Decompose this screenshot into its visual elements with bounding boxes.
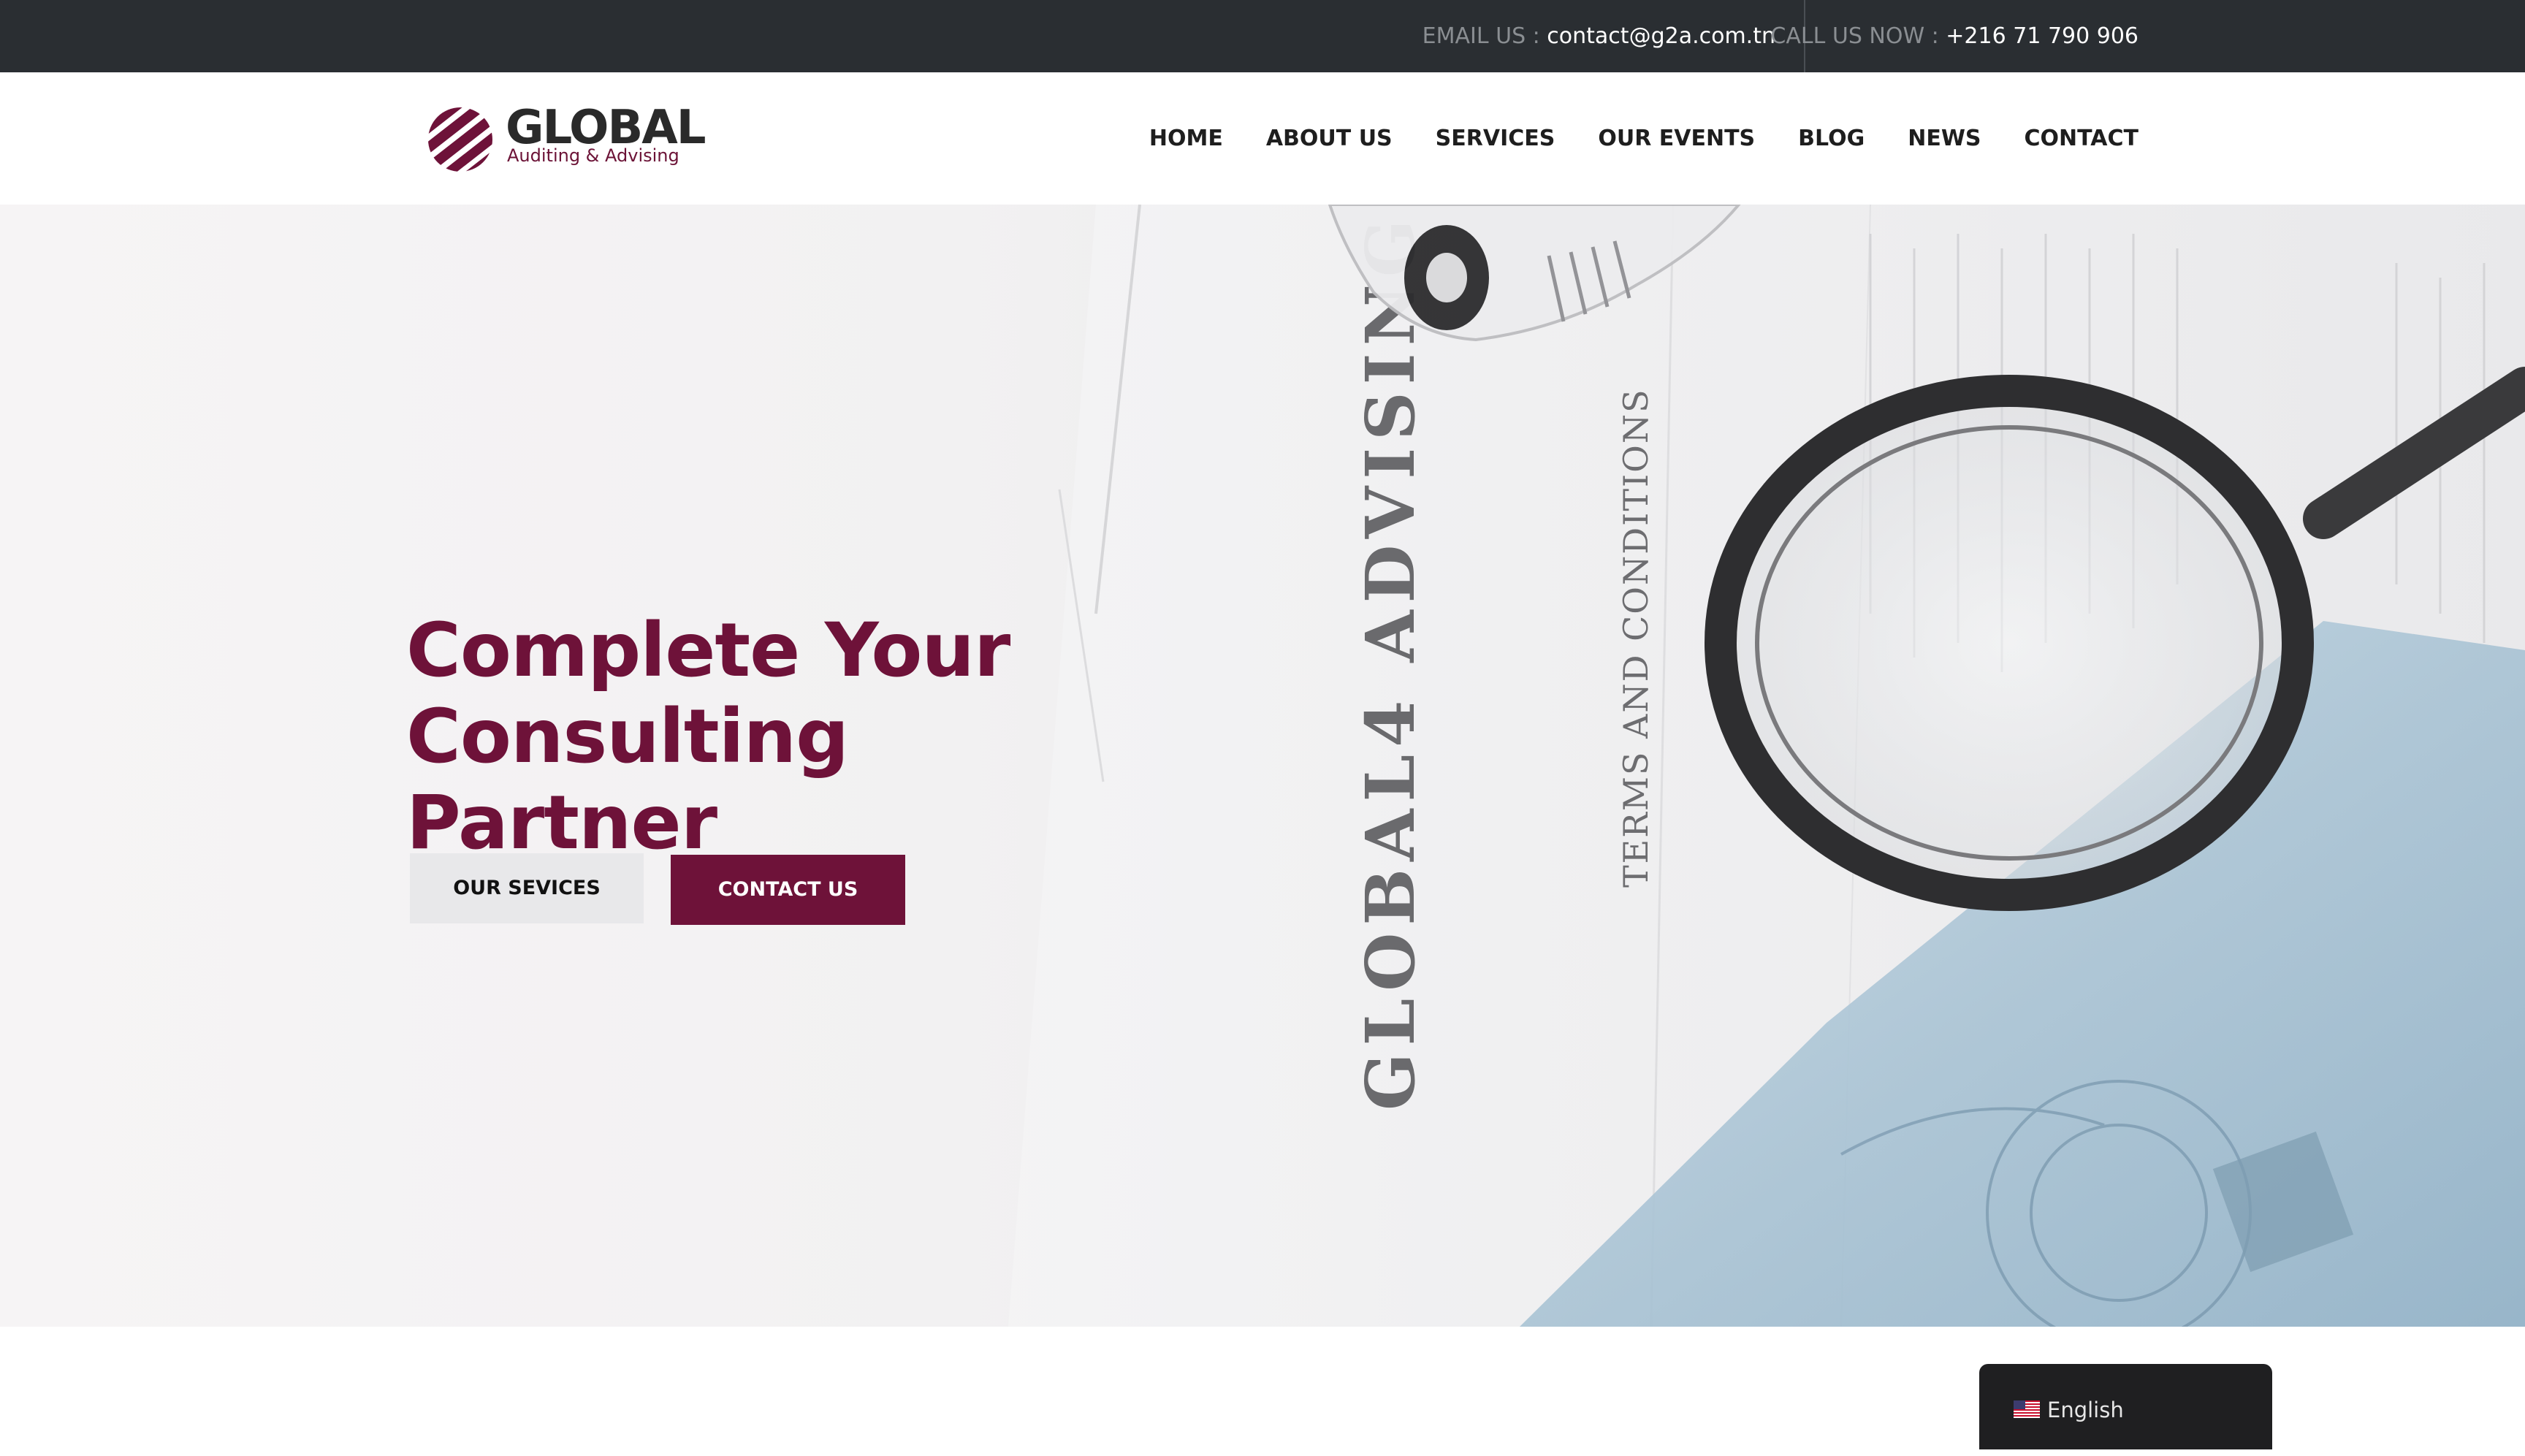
nav-home[interactable]: HOME [1149, 126, 1223, 151]
hero-section: GLOBAL4 ADVISING TERMS AND CONDITIONS Co… [0, 205, 2525, 1327]
language-label: English [2047, 1398, 2124, 1422]
logo-title: GLOBAL [506, 101, 707, 155]
top-contact-bar: EMAIL US : contact@g2a.com.tn CALL US NO… [0, 0, 2525, 72]
phone-value[interactable]: +216 71 790 906 [1946, 23, 2139, 49]
striped-sphere-logo-icon [428, 107, 492, 172]
email-label: EMAIL US : [1422, 23, 1547, 49]
email-value[interactable]: contact@g2a.com.tn [1547, 23, 1775, 49]
nav-contact[interactable]: CONTACT [2025, 126, 2139, 151]
email-contact[interactable]: EMAIL US : contact@g2a.com.tn [1423, 0, 1775, 72]
nav-services[interactable]: SERVICES [1436, 126, 1555, 151]
site-header: GLOBAL Auditing & Advising HOME ABOUT US… [0, 72, 2525, 205]
language-switcher[interactable]: English [1979, 1364, 2272, 1449]
main-navigation: HOME ABOUT US SERVICES OUR EVENTS BLOG N… [1149, 72, 2139, 205]
nav-blog[interactable]: BLOG [1798, 126, 1865, 151]
hero-title: Complete Your Consulting Partner [406, 607, 1010, 867]
hero-image-text-terms: TERMS AND CONDITIONS [1616, 388, 1656, 888]
nav-news[interactable]: NEWS [1908, 126, 1981, 151]
phone-contact[interactable]: CALL US NOW : +216 71 790 906 [1770, 0, 2139, 72]
logo-subtitle: Auditing & Advising [507, 145, 679, 166]
us-flag-icon [2014, 1400, 2040, 1418]
phone-label: CALL US NOW : [1770, 23, 1946, 49]
our-services-button[interactable]: OUR SEVICES [410, 853, 644, 923]
site-logo[interactable]: GLOBAL Auditing & Advising [424, 102, 707, 175]
nav-about-us[interactable]: ABOUT US [1266, 126, 1393, 151]
hero-background-image: GLOBAL4 ADVISING TERMS AND CONDITIONS [1008, 205, 2525, 1327]
hero-image-text-global: GLOBAL4 ADVISING [1351, 213, 1430, 1110]
nav-our-events[interactable]: OUR EVENTS [1598, 126, 1755, 151]
contact-us-button[interactable]: CONTACT US [671, 855, 905, 925]
